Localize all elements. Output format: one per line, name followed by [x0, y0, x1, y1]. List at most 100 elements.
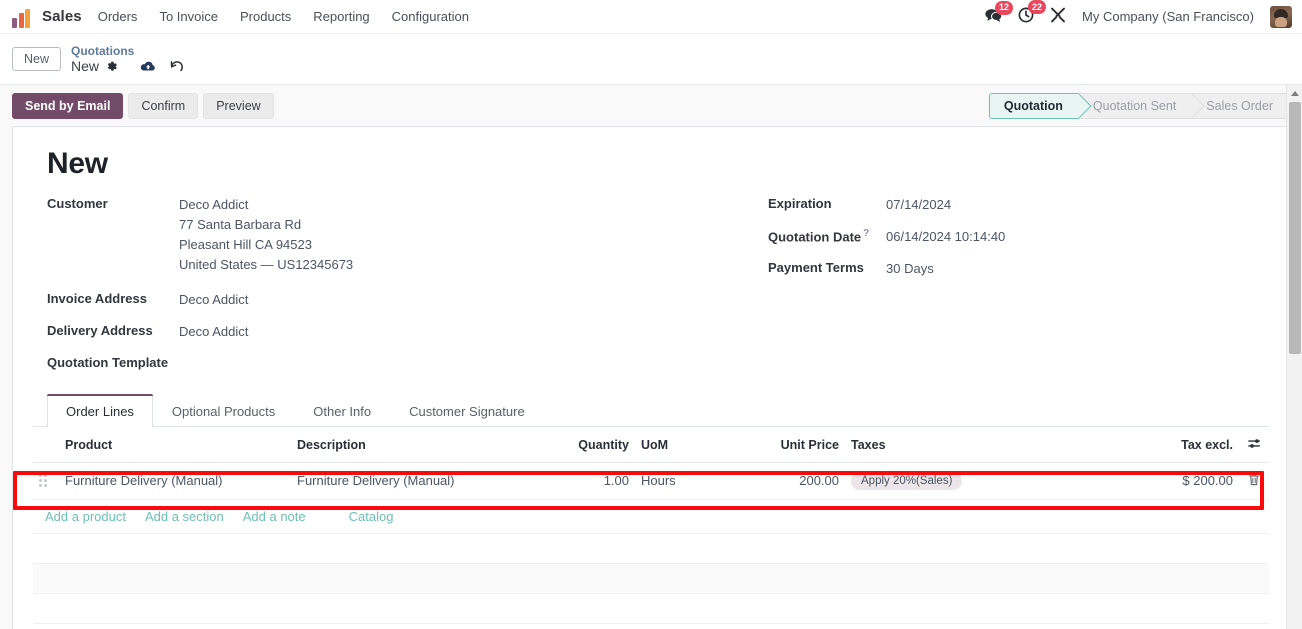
- menu-item-to-invoice[interactable]: To Invoice: [159, 9, 218, 24]
- col-product[interactable]: Product: [59, 426, 291, 463]
- table-row[interactable]: Furniture Delivery (Manual) Furniture De…: [33, 462, 1269, 500]
- control-panel: New Quotations New: [0, 34, 1302, 85]
- tab-order-lines[interactable]: Order Lines: [47, 393, 153, 427]
- tax-badge: Apply 20%(Sales): [851, 471, 963, 490]
- field-delivery-address-label: Delivery Address: [47, 322, 153, 338]
- add-a-product-link[interactable]: Add a product: [45, 509, 126, 524]
- col-unit-price[interactable]: Unit Price: [727, 426, 845, 463]
- field-quotation-date: Quotation Date? 06/14/2024 10:14:40: [768, 227, 1269, 247]
- activities-menu[interactable]: 22: [1018, 0, 1047, 26]
- undo-discard-icon[interactable]: [169, 59, 184, 73]
- cell-uom[interactable]: Hours: [635, 462, 727, 500]
- status-sales-order[interactable]: Sales Order: [1192, 93, 1292, 119]
- page-title: New: [47, 147, 108, 180]
- field-expiration-label: Expiration: [768, 196, 832, 211]
- debug-tools-icon: [1050, 7, 1066, 26]
- col-tax-excl[interactable]: Tax excl.: [1127, 426, 1239, 463]
- tab-other-info[interactable]: Other Info: [294, 394, 390, 427]
- activities-count-badge: 22: [1028, 0, 1047, 14]
- cell-unit-price[interactable]: 200.00: [727, 462, 845, 500]
- tab-customer-signature[interactable]: Customer Signature: [390, 394, 544, 427]
- field-expiration: Expiration 07/14/2024: [768, 195, 1269, 215]
- order-lines-action-cell: Add a product Add a section Add a note C…: [33, 499, 1269, 534]
- menu-item-orders[interactable]: Orders: [98, 9, 138, 24]
- form-action-buttons: Send by Email Confirm Preview: [12, 93, 274, 119]
- field-customer: Customer Deco Addict 77 Santa Barbara Rd…: [47, 195, 658, 276]
- scrollbar-thumb[interactable]: [1289, 102, 1301, 354]
- field-quotation-template: Quotation Template: [47, 354, 658, 370]
- main-menu: Orders To Invoice Products Reporting Con…: [98, 9, 469, 24]
- field-expiration-value[interactable]: 07/14/2024: [886, 195, 951, 215]
- drag-handle-icon: [39, 474, 53, 488]
- cell-delete[interactable]: [1239, 462, 1269, 500]
- optional-columns-toggle-icon: [1247, 439, 1261, 453]
- form-left-column: Customer Deco Addict 77 Santa Barbara Rd…: [47, 195, 658, 380]
- record-sheet: New Customer Deco Addict 77 Santa Barbar…: [12, 126, 1290, 629]
- trash-icon[interactable]: [1248, 474, 1260, 489]
- col-optional-columns-toggle[interactable]: [1239, 426, 1269, 463]
- send-by-email-button[interactable]: Send by Email: [12, 93, 124, 119]
- breadcrumb: Quotations New: [71, 44, 184, 75]
- empty-filler-row: [33, 533, 1269, 564]
- vertical-scrollbar[interactable]: [1286, 85, 1302, 629]
- top-navbar: Sales Orders To Invoice Products Reporti…: [0, 0, 1302, 34]
- company-switcher[interactable]: My Company (San Francisco): [1082, 9, 1254, 24]
- confirm-button[interactable]: Confirm: [128, 93, 199, 119]
- cell-product[interactable]: Furniture Delivery (Manual): [59, 462, 291, 500]
- cell-description[interactable]: Furniture Delivery (Manual): [291, 462, 543, 500]
- col-uom[interactable]: UoM: [635, 426, 727, 463]
- col-description[interactable]: Description: [291, 426, 543, 463]
- menu-item-reporting[interactable]: Reporting: [313, 9, 369, 24]
- sheet-wrapper: New Customer Deco Addict 77 Santa Barbar…: [0, 126, 1302, 629]
- customer-address-line-3: United States — US12345673: [179, 257, 354, 273]
- status-sales-order-label: Sales Order: [1206, 99, 1273, 113]
- field-quotation-date-label: Quotation Date?: [768, 227, 886, 244]
- scrollbar-up-arrow-icon[interactable]: [1287, 85, 1302, 101]
- app-brand-sales[interactable]: Sales: [42, 8, 82, 25]
- status-quotation-sent-label: Quotation Sent: [1092, 99, 1177, 113]
- gear-icon[interactable]: [105, 60, 118, 73]
- field-payment-terms-label: Payment Terms: [768, 260, 864, 276]
- catalog-link[interactable]: Catalog: [349, 509, 394, 524]
- field-customer-label: Customer: [47, 196, 108, 211]
- row-drag-handle[interactable]: [33, 462, 59, 500]
- preview-button[interactable]: Preview: [203, 93, 274, 119]
- field-invoice-address-label: Invoice Address: [47, 290, 147, 306]
- field-delivery-address: Delivery Address Deco Addict: [47, 322, 658, 342]
- field-customer-value[interactable]: Deco Addict: [179, 195, 353, 215]
- empty-filler-row: [33, 563, 1269, 594]
- order-lines-table-container: Product Description Quantity UoM Unit Pr…: [33, 426, 1269, 624]
- debug-tools-menu[interactable]: [1050, 7, 1066, 26]
- col-taxes[interactable]: Taxes: [845, 426, 1127, 463]
- messages-count-badge: 12: [995, 0, 1014, 15]
- bar-chart-logo-icon[interactable]: [12, 6, 34, 28]
- status-quotation-sent[interactable]: Quotation Sent: [1078, 93, 1205, 119]
- add-a-section-link[interactable]: Add a section: [145, 509, 224, 524]
- tab-optional-products[interactable]: Optional Products: [153, 394, 294, 427]
- form-fields-grid: Customer Deco Addict 77 Santa Barbara Rd…: [33, 195, 1269, 380]
- messages-menu[interactable]: 12: [985, 0, 1014, 26]
- status-quotation-label: Quotation: [1003, 99, 1063, 113]
- field-invoice-address-value[interactable]: Deco Addict: [179, 290, 248, 310]
- col-drag-handle: [33, 426, 59, 463]
- cell-quantity[interactable]: 1.00: [543, 462, 635, 500]
- field-quotation-template-label: Quotation Template: [47, 354, 169, 370]
- new-record-button[interactable]: New: [12, 47, 62, 71]
- field-payment-terms-value[interactable]: 30 Days: [886, 259, 934, 279]
- order-lines-action-row: Add a product Add a section Add a note C…: [33, 499, 1269, 534]
- field-invoice-address: Invoice Address Deco Addict: [47, 290, 658, 310]
- help-tooltip-icon[interactable]: ?: [863, 228, 869, 239]
- menu-item-products[interactable]: Products: [240, 9, 291, 24]
- cell-taxes[interactable]: Apply 20%(Sales): [845, 462, 1127, 500]
- field-quotation-date-value[interactable]: 06/14/2024 10:14:40: [886, 227, 1005, 247]
- breadcrumb-parent-quotations[interactable]: Quotations: [71, 44, 184, 58]
- cloud-save-icon[interactable]: [140, 60, 156, 73]
- field-delivery-address-value[interactable]: Deco Addict: [179, 322, 248, 342]
- table-header-row: Product Description Quantity UoM Unit Pr…: [33, 426, 1269, 463]
- add-a-note-link[interactable]: Add a note: [243, 509, 306, 524]
- status-quotation[interactable]: Quotation: [988, 93, 1092, 119]
- user-avatar[interactable]: [1270, 5, 1292, 28]
- col-quantity[interactable]: Quantity: [543, 426, 635, 463]
- menu-item-configuration[interactable]: Configuration: [392, 9, 469, 24]
- record-actions: [140, 59, 184, 73]
